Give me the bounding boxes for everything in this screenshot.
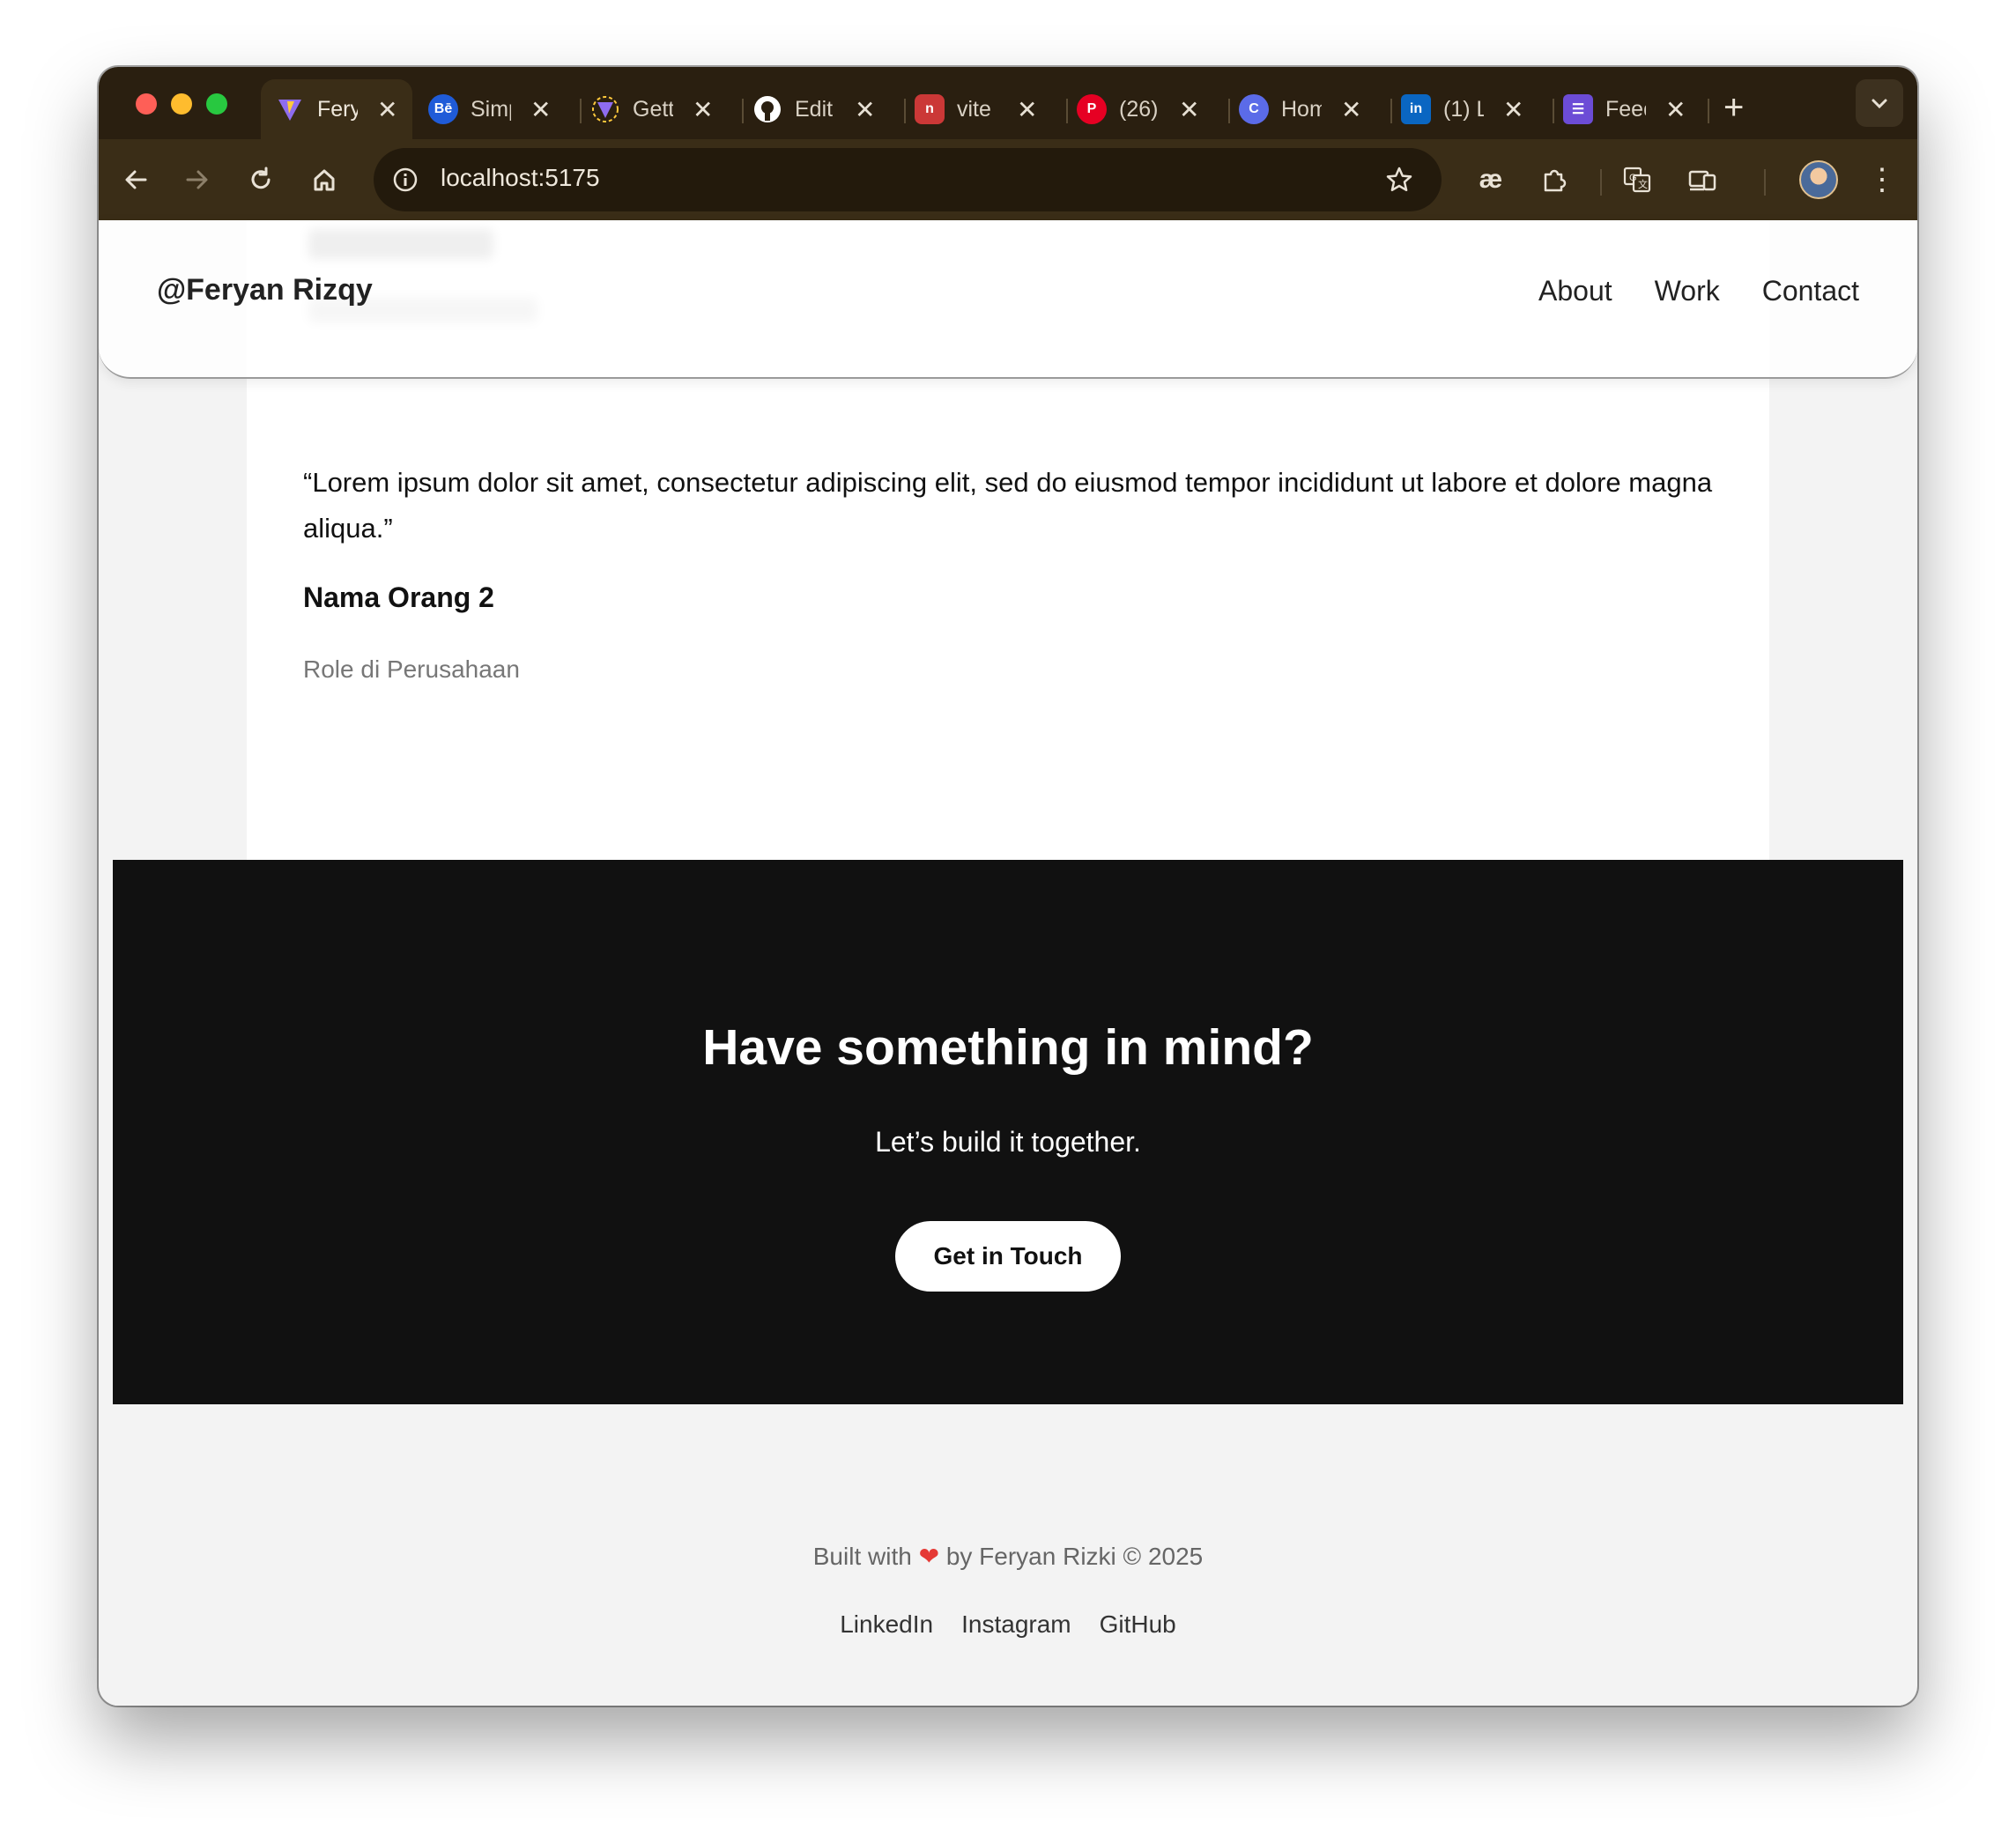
tab-feryan[interactable]: Feryan Rizqy ✕ [261, 79, 412, 139]
tab-pinterest[interactable]: P (26) ✕ [1063, 79, 1212, 139]
nav-about[interactable]: About [1538, 275, 1612, 307]
tab-title: (1) LinkedIn [1443, 96, 1484, 122]
chevron-down-icon [1871, 99, 1887, 109]
tab-simple[interactable]: Bē Simple ✕ [414, 79, 564, 139]
more-menu-icon[interactable]: ⋮ [1861, 159, 1903, 201]
tab-title: Simple [471, 96, 511, 122]
testimonial-quote: “Lorem ipsum dolor sit amet, consectetur… [303, 467, 1713, 544]
reload-button[interactable] [240, 159, 282, 201]
tab-strip: Feryan Rizqy ✕ Bē Simple ✕ Getting Start… [99, 67, 1917, 139]
footer-link-github[interactable]: GitHub [1100, 1610, 1176, 1639]
close-tab-icon[interactable]: ✕ [693, 95, 713, 124]
c-icon: C [1239, 94, 1269, 124]
close-tab-icon[interactable]: ✕ [855, 95, 875, 124]
device-toggle-icon[interactable] [1681, 159, 1723, 201]
footer-link-instagram[interactable]: Instagram [961, 1610, 1071, 1639]
page-viewport: “Lorem ipsum dolor sit amet, consectetur… [113, 220, 1903, 1706]
translate-icon[interactable]: G文 [1616, 159, 1658, 201]
nav-contact[interactable]: Contact [1762, 275, 1859, 307]
tab-title: Home [1281, 96, 1322, 122]
ae-extension-icon[interactable]: æ [1470, 159, 1512, 201]
url-text[interactable]: localhost:5175 [441, 164, 600, 192]
home-icon [314, 169, 335, 191]
tab-getting-started[interactable]: Getting Started ✕ [576, 79, 726, 139]
vite-icon [275, 94, 305, 124]
pinterest-icon: P [1077, 94, 1107, 124]
tab-search-button[interactable] [1856, 79, 1903, 127]
site-header: @Feryan Rizqy About Work Contact [99, 220, 1917, 379]
footer-link-linkedin[interactable]: LinkedIn [840, 1610, 933, 1639]
site-footer: Built with ❤ by Feryan Rizki © 2025 Link… [113, 1404, 1903, 1706]
credit-prefix: Built with [812, 1543, 912, 1570]
npm-icon: n [915, 94, 945, 124]
testimonial-role: Role di Perusahaan [303, 655, 520, 683]
close-tab-icon[interactable]: ✕ [1341, 95, 1361, 124]
close-tab-icon[interactable]: ✕ [1665, 95, 1686, 124]
close-tab-icon[interactable]: ✕ [377, 95, 397, 124]
github-icon [752, 94, 782, 124]
address-bar[interactable]: localhost:5175 [374, 148, 1442, 211]
minimize-window-button[interactable] [171, 93, 192, 115]
footer-links: LinkedIn Instagram GitHub [113, 1610, 1903, 1639]
tab-edit[interactable]: Edit ✕ [738, 79, 888, 139]
svg-text:文: 文 [1638, 178, 1648, 190]
tab-title: Edit [795, 96, 834, 122]
close-tab-icon[interactable]: ✕ [1017, 95, 1037, 124]
forward-button[interactable] [176, 159, 219, 201]
heart-icon: ❤ [918, 1543, 940, 1570]
get-in-touch-button[interactable]: Get in Touch [895, 1221, 1121, 1292]
svg-text:G: G [1629, 173, 1637, 183]
nav-work[interactable]: Work [1655, 275, 1720, 307]
vite-icon [590, 94, 620, 124]
tab-title: Feed [1605, 96, 1646, 122]
main-nav: About Work Contact [1538, 275, 1859, 307]
browser-window: Feryan Rizqy ✕ Bē Simple ✕ Getting Start… [99, 67, 1917, 1706]
cta-subtitle: Let’s build it together. [875, 1126, 1141, 1158]
close-tab-icon[interactable]: ✕ [1503, 95, 1523, 124]
tab-vite[interactable]: n vite ✕ [901, 79, 1050, 139]
close-tab-icon[interactable]: ✕ [1179, 95, 1199, 124]
site-info-icon[interactable] [386, 160, 425, 199]
brand-logo-text[interactable]: @Feryan Rizqy [157, 273, 373, 307]
new-tab-button[interactable]: + [1723, 86, 1744, 129]
arrow-left-icon [125, 170, 147, 189]
cta-section: Have something in mind? Let’s build it t… [113, 860, 1903, 1404]
list-icon: ☰ [1563, 94, 1593, 124]
behance-icon: Bē [428, 94, 458, 124]
profile-avatar[interactable] [1799, 160, 1838, 199]
extensions-puzzle-icon[interactable] [1533, 159, 1575, 201]
close-tab-icon[interactable]: ✕ [530, 95, 551, 124]
linkedin-icon: in [1401, 94, 1431, 124]
tab-linkedin[interactable]: in (1) LinkedIn ✕ [1387, 79, 1537, 139]
maximize-window-button[interactable] [206, 93, 227, 115]
home-button[interactable] [303, 159, 345, 201]
reload-icon [251, 167, 271, 189]
cta-title: Have something in mind? [702, 1019, 1314, 1076]
bookmark-star-icon[interactable] [1380, 160, 1419, 199]
credit-suffix: by Feryan Rizki © 2025 [945, 1543, 1204, 1570]
tab-title: (26) [1119, 96, 1159, 122]
tab-title: vite [957, 96, 991, 122]
browser-toolbar: localhost:5175 æ G文 ⋮ [99, 139, 1917, 220]
back-button[interactable] [115, 159, 157, 201]
tab-title: Getting Started [633, 96, 673, 122]
tab-title: Feryan Rizqy [317, 96, 358, 122]
testimonial-name: Nama Orang 2 [303, 581, 494, 613]
footer-credit: Built with ❤ by Feryan Rizki © 2025 [113, 1542, 1903, 1571]
arrow-right-icon [186, 170, 208, 189]
tab-home[interactable]: C Home ✕ [1225, 79, 1375, 139]
tab-feed[interactable]: ☰ Feed ✕ [1549, 79, 1699, 139]
close-window-button[interactable] [136, 93, 157, 115]
